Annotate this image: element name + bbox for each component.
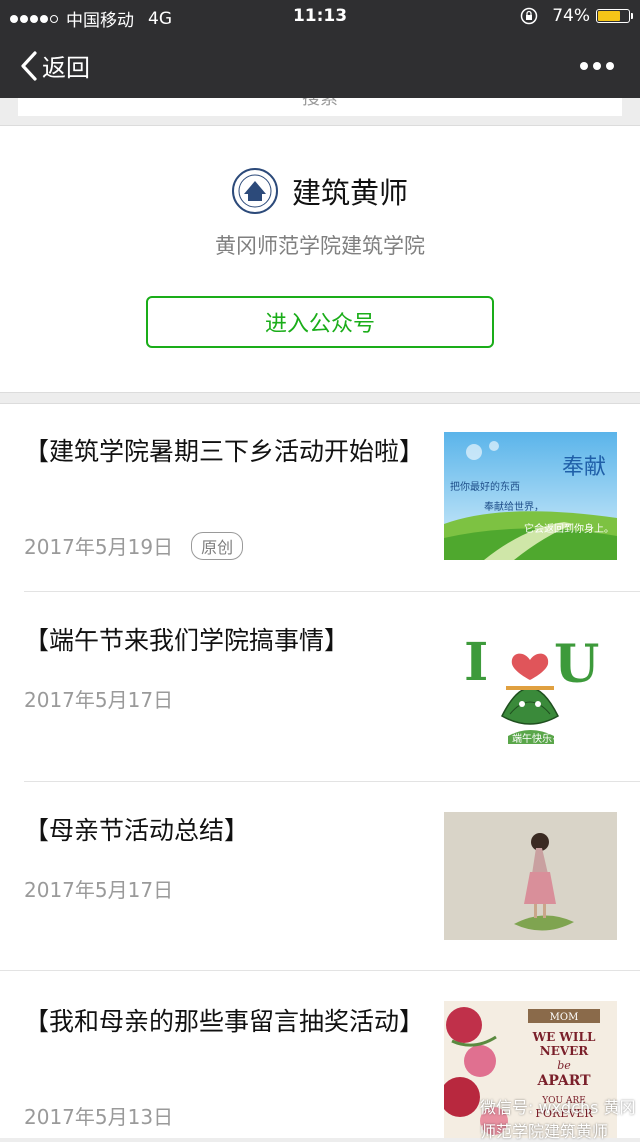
thumb-letter-i: I (464, 632, 488, 693)
thumb-line3: 它会返回到你身上。 (524, 522, 614, 535)
chevron-left-icon (21, 50, 37, 81)
thumb-line1: 把你最好的东西 (450, 480, 520, 493)
account-name: 建筑黄师 (291, 176, 408, 210)
article-title: 【端午节来我们学院搞事情】 (24, 626, 350, 655)
thumb-line3: NEVER (540, 1044, 590, 1058)
account-description: 黄冈师范学院建筑学院 (215, 234, 425, 258)
account-card: 建筑黄师 黄冈师范学院建筑学院 进入公众号 (0, 125, 640, 393)
thumb-line4: be (557, 1059, 571, 1072)
back-button[interactable]: 返回 (20, 48, 90, 83)
article-title: 【母亲节活动总结】 (24, 816, 250, 845)
thumb-line5: APART (536, 1073, 591, 1089)
back-label: 返回 (42, 54, 90, 82)
article-date: 2017年5月17日 (24, 688, 174, 712)
more-options-icon[interactable] (575, 62, 614, 70)
article-item[interactable]: 【端午节来我们学院搞事情】 2017年5月17日 I U 端午快乐~ (0, 592, 640, 780)
status-bar: 中国移动 4G 11:13 74% (0, 0, 640, 34)
thumb-letter-u: U (554, 634, 599, 695)
search-label: 搜索 (302, 98, 338, 109)
thumb-mom: MOM (550, 1012, 579, 1023)
article-thumbnail (444, 812, 617, 940)
article-date: 2017年5月17日 (24, 878, 174, 902)
thumb-line2: WE WILL (532, 1030, 596, 1044)
article-item[interactable]: 【建筑学院暑期三下乡活动开始啦】 2017年5月19日 原创 奉献 把你最好的东… (0, 403, 640, 591)
thumb-big-text: 奉献 (562, 455, 606, 480)
article-thumbnail: I U 端午快乐~ (444, 620, 617, 748)
thumb-caption: 端午快乐~ (512, 732, 560, 745)
battery-icon (596, 9, 633, 23)
thumb-line2: 奉献给世界， (484, 500, 544, 513)
article-title: 【我和母亲的那些事留言抽奖活动】 (24, 1007, 425, 1036)
article-thumbnail: 奉献 把你最好的东西 奉献给世界， 它会返回到你身上。 (444, 432, 617, 560)
article-title: 【建筑学院暑期三下乡活动开始啦】 (24, 437, 425, 466)
rotation-lock-icon (520, 7, 538, 25)
article-item[interactable]: 【母亲节活动总结】 2017年5月17日 (0, 782, 640, 970)
nav-bar: 返回 (0, 34, 640, 98)
battery-percent: 74% (552, 6, 590, 26)
original-badge: 原创 (191, 531, 244, 560)
search-bar[interactable]: 搜索 (18, 98, 622, 116)
watermark: 微信号: wxdchs 黄冈师范学院建筑黄师 (480, 1094, 640, 1142)
article-date: 2017年5月13日 (24, 1105, 174, 1129)
account-avatar (231, 168, 278, 214)
watermark-text: 微信号: wxdchs 黄冈师范学院建筑黄师 (480, 1098, 636, 1141)
article-date: 2017年5月19日 (24, 535, 174, 559)
enter-account-button[interactable]: 进入公众号 (146, 296, 494, 348)
